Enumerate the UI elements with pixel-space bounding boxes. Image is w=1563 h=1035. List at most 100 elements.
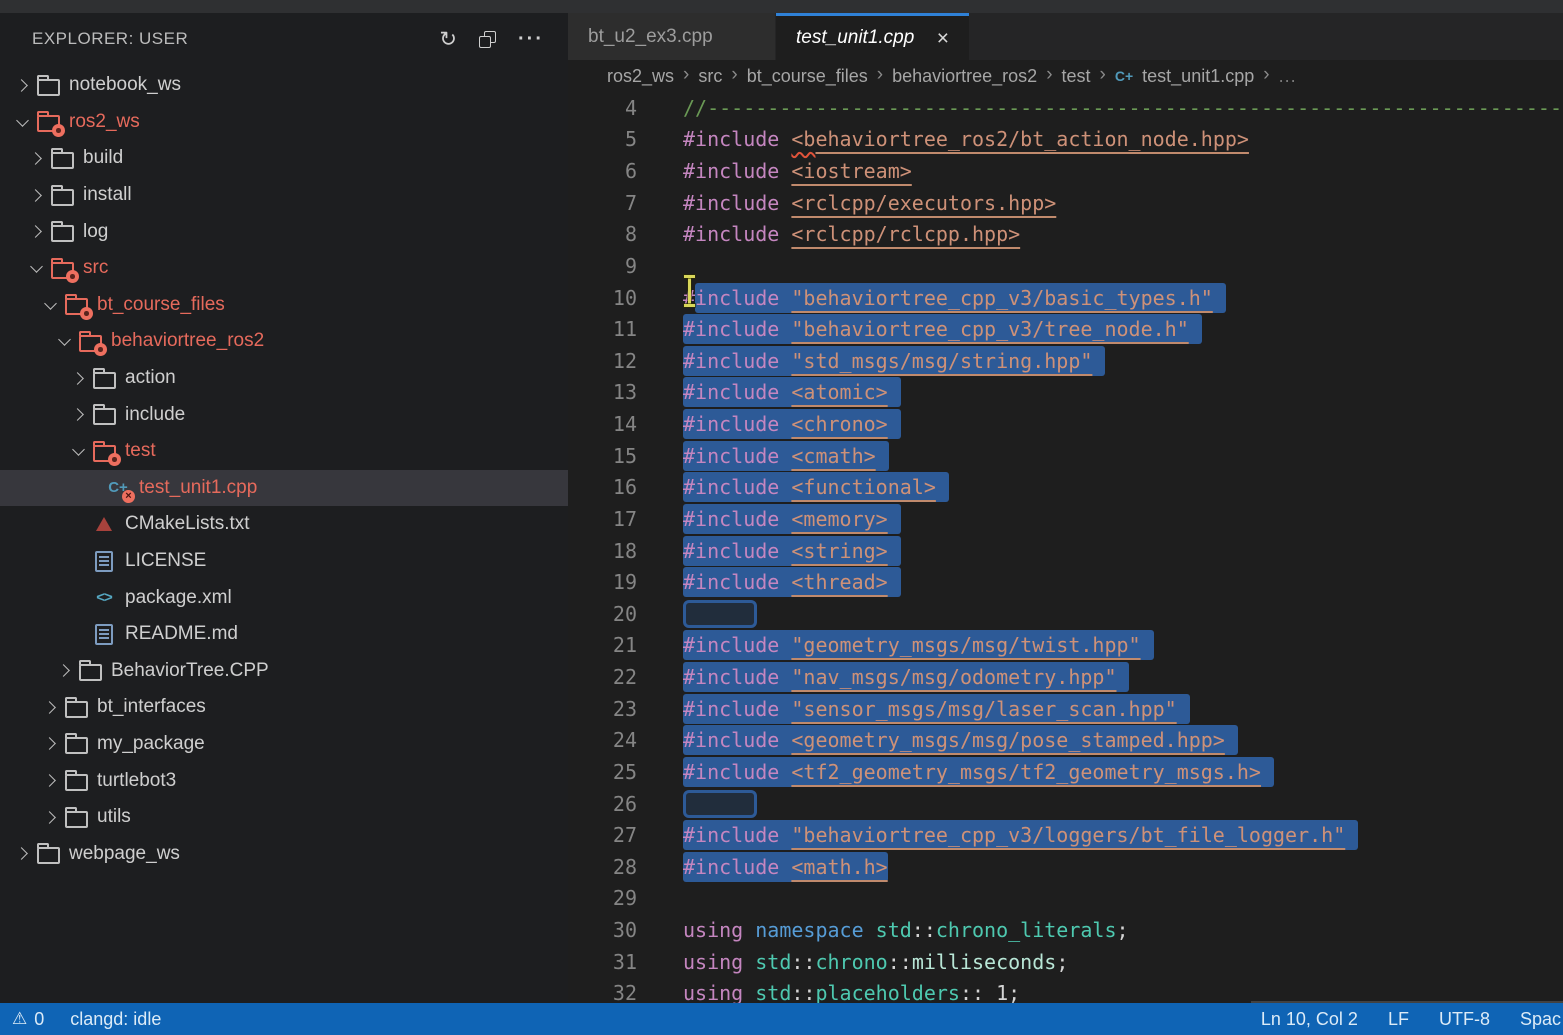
code-line-8[interactable]: 8#include <rclcpp/rclcpp.hpp> (568, 219, 1563, 251)
code-line-20[interactable]: 20 (568, 598, 1563, 630)
line-number[interactable]: 20 (568, 602, 637, 626)
line-number[interactable]: 13 (568, 380, 637, 404)
line-number[interactable]: 28 (568, 855, 637, 879)
code-line-27[interactable]: 27#include "behaviortree_cpp_v3/loggers/… (568, 819, 1563, 851)
refresh-icon[interactable]: ↻ (439, 29, 457, 50)
tree-item-LICENSE[interactable]: LICENSE (0, 543, 568, 580)
tree-item-package.xml[interactable]: <>package.xml (0, 579, 568, 616)
code-line-22[interactable]: 22#include "nav_msgs/msg/odometry.hpp" (568, 661, 1563, 693)
line-number[interactable]: 22 (568, 665, 637, 689)
tree-item-test[interactable]: test (0, 433, 568, 470)
breadcrumb-item-ros2_ws[interactable]: ros2_ws (607, 66, 674, 87)
line-number[interactable]: 8 (568, 222, 637, 246)
tree-item-log[interactable]: log (0, 213, 568, 250)
close-icon[interactable]: × (937, 28, 949, 49)
code-line-14[interactable]: 14#include <chrono> (568, 408, 1563, 440)
line-number[interactable]: 7 (568, 191, 637, 215)
code-line-26[interactable]: 26 (568, 788, 1563, 820)
tree-item-action[interactable]: action (0, 360, 568, 397)
line-number[interactable]: 9 (568, 254, 637, 278)
tree-item-bt_course_files[interactable]: bt_course_files (0, 287, 568, 324)
code-line-9[interactable]: 9 (568, 250, 1563, 282)
line-number[interactable]: 19 (568, 570, 637, 594)
status-lf[interactable]: LF (1388, 1009, 1409, 1030)
line-number[interactable]: 17 (568, 507, 637, 531)
code-line-13[interactable]: 13#include <atomic> (568, 377, 1563, 409)
tree-item-utils[interactable]: utils (0, 799, 568, 836)
tree-item-behaviortree_ros2[interactable]: behaviortree_ros2 (0, 323, 568, 360)
code-line-18[interactable]: 18#include <string> (568, 535, 1563, 567)
tree-item-include[interactable]: include (0, 396, 568, 433)
code-line-25[interactable]: 25#include <tf2_geometry_msgs/tf2_geomet… (568, 756, 1563, 788)
tab-test_unit1.cpp[interactable]: test_unit1.cpp× (776, 13, 969, 60)
line-number[interactable]: 25 (568, 760, 637, 784)
code-line-4[interactable]: 4//-------------------------------------… (568, 92, 1563, 124)
line-number[interactable]: 11 (568, 317, 637, 341)
breadcrumb-item-bt_course_files[interactable]: bt_course_files (747, 66, 868, 87)
code-line-24[interactable]: 24#include <geometry_msgs/msg/pose_stamp… (568, 725, 1563, 757)
line-number[interactable]: 14 (568, 412, 637, 436)
status-spac[interactable]: Spac (1520, 1009, 1561, 1030)
tree-item-test_unit1.cpp[interactable]: C+×test_unit1.cpp (0, 470, 568, 507)
tree-item-bt_interfaces[interactable]: bt_interfaces (0, 689, 568, 726)
collapse-folders-icon[interactable] (479, 31, 496, 48)
line-number[interactable]: 18 (568, 539, 637, 563)
code-line-16[interactable]: 16#include <functional> (568, 472, 1563, 504)
line-number[interactable]: 31 (568, 950, 637, 974)
code-line-11[interactable]: 11#include "behaviortree_cpp_v3/tree_nod… (568, 313, 1563, 345)
tree-item-my_package[interactable]: my_package (0, 726, 568, 763)
status-utf-8[interactable]: UTF-8 (1439, 1009, 1490, 1030)
tree-item-turtlebot3[interactable]: turtlebot3 (0, 762, 568, 799)
code-line-17[interactable]: 17#include <memory> (568, 503, 1563, 535)
line-number[interactable]: 29 (568, 886, 637, 910)
line-number[interactable]: 15 (568, 444, 637, 468)
code-line-15[interactable]: 15#include <cmath> (568, 440, 1563, 472)
line-number[interactable]: 5 (568, 127, 637, 151)
code-line-6[interactable]: 6#include <iostream> (568, 155, 1563, 187)
tree-item-README.md[interactable]: README.md (0, 616, 568, 653)
tree-item-notebook_ws[interactable]: notebook_ws (0, 67, 568, 104)
tree-item-build[interactable]: build (0, 140, 568, 177)
line-number[interactable]: 16 (568, 475, 637, 499)
status-ln-10-col-2[interactable]: Ln 10, Col 2 (1261, 1009, 1358, 1030)
code-line-31[interactable]: 31using std::chrono::milliseconds; (568, 946, 1563, 978)
code-line-19[interactable]: 19#include <thread> (568, 566, 1563, 598)
status-problems[interactable]: ⚠0 (12, 1009, 44, 1030)
tree-item-webpage_ws[interactable]: webpage_ws (0, 835, 568, 872)
tree-item-BehaviorTree.CPP[interactable]: BehaviorTree.CPP (0, 653, 568, 690)
line-number[interactable]: 30 (568, 918, 637, 942)
line-number[interactable]: 10 (568, 286, 637, 310)
line-number[interactable]: 21 (568, 633, 637, 657)
line-number[interactable]: 26 (568, 792, 637, 816)
line-number[interactable]: 12 (568, 349, 637, 373)
line-number[interactable]: 27 (568, 823, 637, 847)
code-line-21[interactable]: 21#include "geometry_msgs/msg/twist.hpp" (568, 630, 1563, 662)
code-line-10[interactable]: 10#include "behaviortree_cpp_v3/basic_ty… (568, 282, 1563, 314)
status-clangd-idle[interactable]: clangd: idle (70, 1009, 161, 1030)
more-actions-icon[interactable]: ··· (518, 29, 544, 49)
code-line-12[interactable]: 12#include "std_msgs/msg/string.hpp" (568, 345, 1563, 377)
code-line-29[interactable]: 29 (568, 883, 1563, 915)
breadcrumb-item-behaviortree_ros2[interactable]: behaviortree_ros2 (892, 66, 1037, 87)
line-number[interactable]: 6 (568, 159, 637, 183)
code-token: <chrono> (791, 412, 887, 436)
code-line-7[interactable]: 7#include <rclcpp/executors.hpp> (568, 187, 1563, 219)
code-line-5[interactable]: 5#include <behaviortree_ros2/bt_action_n… (568, 124, 1563, 156)
line-number[interactable]: 4 (568, 96, 637, 120)
code-editor[interactable]: 4//-------------------------------------… (568, 92, 1563, 1009)
tree-item-install[interactable]: install (0, 177, 568, 214)
tree-item-CMakeLists.txt[interactable]: CMakeLists.txt (0, 506, 568, 543)
tree-item-ros2_ws[interactable]: ros2_ws (0, 104, 568, 141)
breadcrumb-item-file[interactable]: test_unit1.cpp (1142, 66, 1254, 87)
tab-bt_u2_ex3.cpp[interactable]: bt_u2_ex3.cpp (568, 13, 775, 60)
tree-item-src[interactable]: src (0, 250, 568, 287)
line-number[interactable]: 23 (568, 697, 637, 721)
code-line-28[interactable]: 28#include <math.h> (568, 851, 1563, 883)
line-number[interactable]: 32 (568, 981, 637, 1005)
breadcrumb-more[interactable]: ... (1279, 66, 1297, 87)
breadcrumb-item-src[interactable]: src (698, 66, 722, 87)
line-number[interactable]: 24 (568, 728, 637, 752)
breadcrumb-item-test[interactable]: test (1062, 66, 1091, 87)
code-line-30[interactable]: 30using namespace std::chrono_literals; (568, 914, 1563, 946)
code-line-23[interactable]: 23#include "sensor_msgs/msg/laser_scan.h… (568, 693, 1563, 725)
